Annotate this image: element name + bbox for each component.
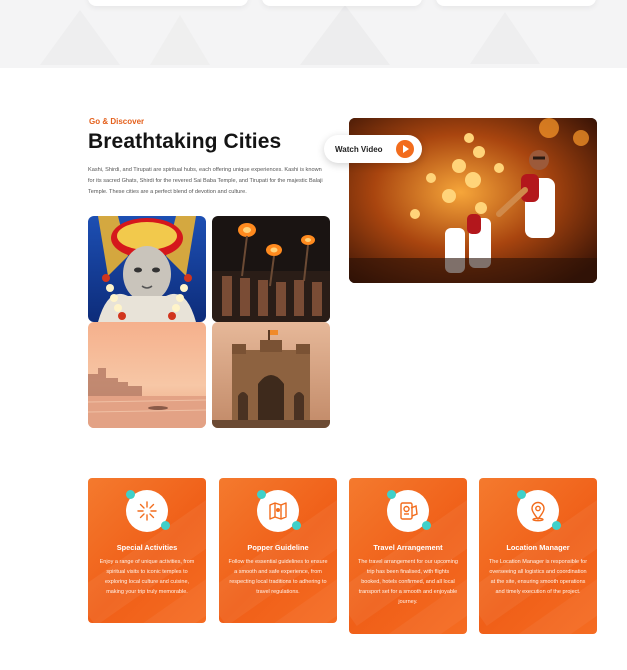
service-card-special-activities[interactable]: Special Activities Enjoy a range of uniq…: [88, 478, 206, 623]
gallery-image-ghats[interactable]: [88, 322, 206, 428]
service-text: Follow the essential guidelines to ensur…: [228, 559, 328, 595]
section-eyebrow: Go & Discover: [89, 117, 145, 126]
top-card-1: [88, 0, 248, 6]
top-card-3: [436, 0, 596, 6]
sai-baba-image: [88, 216, 206, 322]
service-title: Special Activities: [116, 543, 178, 552]
section-title: Breathtaking Cities: [88, 130, 282, 153]
service-title: Travel Arrangement: [373, 543, 443, 552]
guide-map-icon: [257, 490, 301, 532]
service-title: Popper Guideline: [247, 543, 309, 552]
ghats-sunset-image: [88, 322, 206, 428]
watch-video-label: Watch Video: [335, 144, 383, 154]
fireworks-icon: [126, 490, 170, 532]
service-card-location-manager[interactable]: Location Manager The Location Manager is…: [479, 478, 597, 634]
service-text: The travel arrangement for our upcoming …: [358, 559, 458, 605]
gallery-image-sai-baba[interactable]: [88, 216, 206, 322]
section-description: Kashi, Shirdi, and Tirupati are spiritua…: [88, 167, 323, 195]
page: Go & Discover Breathtaking Cities Kashi,…: [0, 0, 627, 670]
service-card-travel-arrangement[interactable]: Travel Arrangement The travel arrangemen…: [349, 478, 467, 634]
watch-video-button[interactable]: Watch Video: [324, 135, 422, 163]
play-icon[interactable]: [396, 140, 414, 158]
gallery-image-gateway[interactable]: [212, 322, 330, 428]
location-pin-icon: [517, 490, 561, 532]
gateway-of-india-image: [212, 322, 330, 428]
service-card-popper-guideline[interactable]: Popper Guideline Follow the essential gu…: [219, 478, 337, 623]
aarti-fire-image: [212, 216, 330, 322]
passport-ticket-icon: [387, 490, 431, 532]
top-card-2: [262, 0, 422, 6]
service-text: The Location Manager is responsible for …: [488, 559, 588, 595]
service-text: Enjoy a range of unique activities, from…: [99, 559, 195, 595]
service-title: Location Manager: [506, 543, 570, 552]
top-band: [0, 0, 627, 68]
gallery-image-aarti[interactable]: [212, 216, 330, 322]
